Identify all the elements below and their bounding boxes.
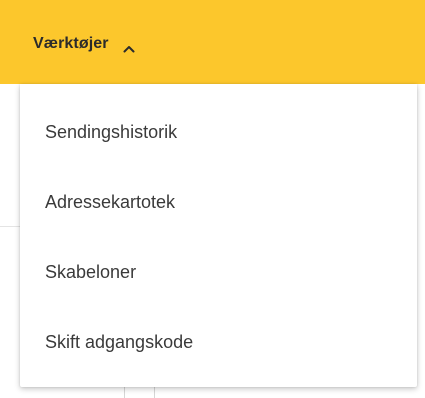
tools-menu-label: Værktøjer <box>33 35 109 52</box>
menu-item-label: Adressekartotek <box>45 191 176 212</box>
top-bar: Værktøjer <box>0 0 425 84</box>
menu-item-sendingshistorik[interactable]: Sendingshistorik <box>45 117 177 147</box>
menu-item-adressekartotek[interactable]: Adressekartotek <box>45 187 175 217</box>
menu-item-label: Sendingshistorik <box>45 121 178 142</box>
background-divider <box>0 226 20 227</box>
menu-item-skabeloner[interactable]: Skabeloner <box>45 257 136 287</box>
menu-item-label: Skabeloner <box>45 261 137 282</box>
tools-dropdown-menu: Sendingshistorik Adressekartotek Skabelo… <box>20 84 417 387</box>
menu-item-label: Skift adgangskode <box>45 331 194 352</box>
tools-menu-button[interactable]: Værktøjer <box>33 32 135 56</box>
menu-item-skift-adgangskode[interactable]: Skift adgangskode <box>45 327 193 357</box>
chevron-up-icon <box>123 40 135 53</box>
page: Værktøjer Sendingshistorik Adressekartot… <box>0 0 425 398</box>
